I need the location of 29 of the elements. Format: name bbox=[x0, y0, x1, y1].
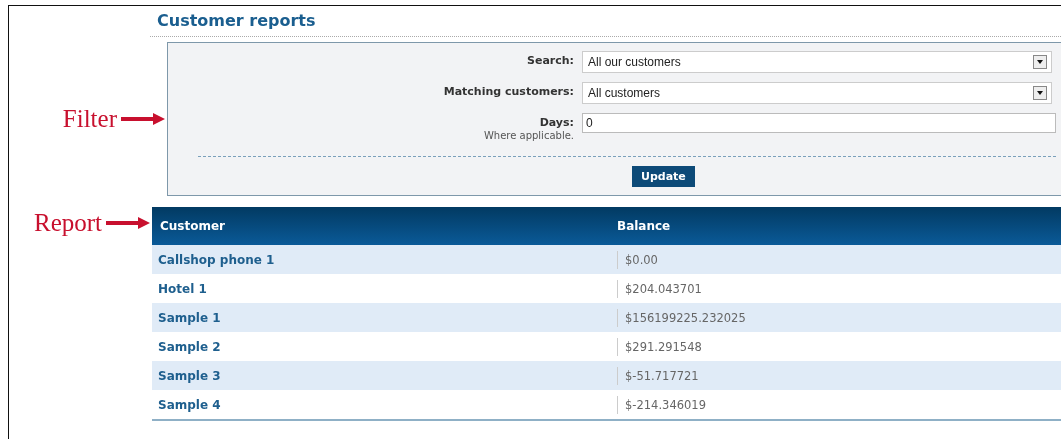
arrow-icon bbox=[106, 217, 150, 229]
input-field[interactable]: 0 bbox=[582, 113, 1056, 133]
dropdown-icon bbox=[1033, 55, 1047, 69]
customer-link[interactable]: Sample 3 bbox=[152, 368, 609, 383]
field-label: Search: bbox=[527, 53, 574, 68]
dropdown-icon bbox=[1033, 86, 1047, 100]
page-title: Customer reports bbox=[157, 11, 316, 30]
customer-link[interactable]: Callshop phone 1 bbox=[152, 252, 609, 267]
balance-cell: $204.043701 bbox=[617, 279, 702, 298]
customer-link[interactable]: Sample 1 bbox=[152, 310, 609, 325]
customer-link[interactable]: Hotel 1 bbox=[152, 281, 609, 296]
annotation-label: Filter bbox=[62, 105, 117, 133]
balance-cell: $-51.717721 bbox=[617, 366, 699, 385]
dropdown-field[interactable]: All customers bbox=[582, 82, 1052, 104]
update-button[interactable]: Update bbox=[632, 166, 695, 187]
column-header: Customer bbox=[159, 219, 227, 233]
dropdown-field[interactable]: All our customers bbox=[582, 51, 1052, 73]
field-label: Days: bbox=[539, 115, 574, 130]
balance-cell: $291.291548 bbox=[617, 337, 702, 356]
balance-cell: $-214.346019 bbox=[617, 395, 706, 414]
customer-link[interactable]: Sample 2 bbox=[152, 339, 609, 354]
field-label: Matching customers: bbox=[443, 84, 574, 99]
balance-cell: $156199225.232025 bbox=[617, 308, 746, 327]
balance-cell: $0.00 bbox=[617, 250, 658, 269]
customer-link[interactable]: Sample 4 bbox=[152, 397, 609, 412]
column-header: Balance bbox=[616, 219, 672, 233]
annotation-label: Report bbox=[33, 209, 102, 237]
field-hint: Where applicable. bbox=[483, 130, 574, 142]
arrow-icon bbox=[121, 113, 165, 125]
